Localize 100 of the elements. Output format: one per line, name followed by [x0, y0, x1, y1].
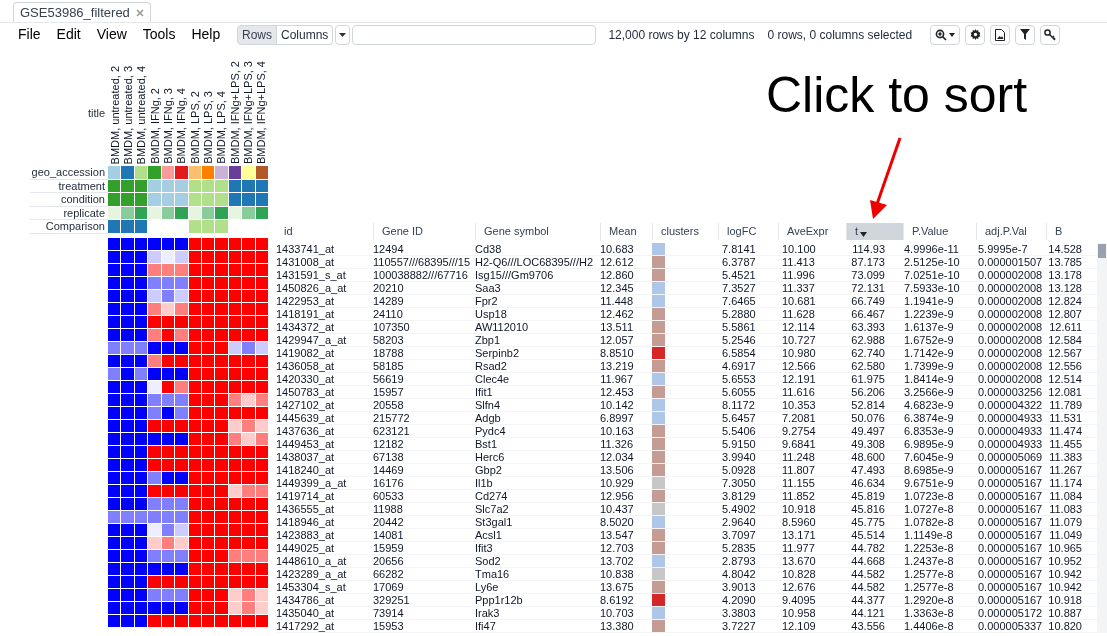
menu-item[interactable]: File: [18, 24, 41, 45]
number-cell-text: 11.326: [600, 438, 634, 450]
table-cell-text: 1419714_at: [276, 490, 336, 502]
menu-item[interactable]: Edit: [56, 24, 81, 45]
number-cell-text: 9.2754: [781, 425, 817, 437]
table-cell-text: 1431008_at: [276, 256, 336, 268]
table-cell-text: 110557///68395///15: [373, 256, 472, 268]
number-cell-text: 3.2566e-9: [903, 386, 955, 398]
number-cell-text: 11.174: [1048, 477, 1083, 489]
zoom-button[interactable]: [930, 24, 961, 45]
caret-icon: [949, 32, 956, 37]
menu-item[interactable]: View: [96, 24, 127, 45]
dropdown-button[interactable]: [335, 24, 351, 45]
number-cell-text: 10.952: [1047, 555, 1083, 567]
key-button[interactable]: [1040, 24, 1061, 45]
number-cell-text: 7.6465: [721, 295, 757, 307]
number-cell-text: 10.820: [1047, 620, 1083, 632]
sample-title: BMDM, IFNg+LPS, 4: [255, 61, 268, 164]
table-cell-text: 67138: [373, 451, 405, 463]
number-cell-text: 3.7097: [721, 529, 757, 541]
close-icon[interactable]: [135, 8, 144, 17]
table-cell-text: Bst1: [475, 438, 498, 450]
number-cell-text: 11.049: [1048, 529, 1083, 541]
table-cell-text: St3gal1: [475, 516, 514, 528]
table-cell-text: 1418240_at: [276, 464, 336, 476]
scrollbar-thumb[interactable]: [1098, 244, 1106, 258]
table-cell-text: 1423883_at: [276, 529, 336, 541]
number-cell-text: 10.942: [1047, 568, 1083, 580]
table-cell-text: Isg15///Gm9706: [475, 269, 555, 281]
number-cell-text: 12.611: [1048, 321, 1083, 333]
number-cell-text: 44.782: [850, 542, 886, 554]
sample-title: BMDM, IFNg, 2: [148, 88, 161, 164]
search-field[interactable]: [352, 24, 597, 45]
number-cell-text: 10.681: [781, 295, 817, 307]
table-cell-text: Ifi47: [475, 620, 497, 632]
table-cell-text: 1434372_at: [276, 321, 336, 333]
number-cell-text: 13.670: [781, 555, 817, 567]
number-cell-text: 10.683: [600, 243, 635, 255]
number-cell-text: 1.2239e-9: [903, 308, 955, 320]
table-cell-text: Serpinb2: [475, 347, 521, 359]
number-cell-text: 7.8141: [721, 243, 757, 255]
table-cell-text: 15959: [373, 542, 405, 554]
number-cell-text: 73.099: [850, 269, 886, 281]
number-cell-text: 8.6985e-9: [903, 464, 955, 476]
table-cell-text: Ppp1r12b: [475, 594, 524, 606]
table-cell-text: 12494: [373, 243, 405, 255]
number-cell-text: 12.345: [600, 282, 635, 294]
table-cell-text: 17069: [373, 581, 405, 593]
settings-button[interactable]: [965, 24, 986, 45]
number-cell-text: 11.337: [781, 282, 816, 294]
number-cell-text: 43.556: [850, 620, 886, 632]
number-cell-text: 10.942: [1047, 581, 1083, 593]
number-cell-text: 0.000003256: [977, 386, 1044, 398]
table-cell-text: 11988: [373, 503, 404, 515]
table-cell-text: 1445639_at: [276, 412, 336, 424]
menu-item[interactable]: Help: [191, 24, 221, 45]
number-cell-text: 12.824: [1047, 295, 1083, 307]
number-cell-text: 12.703: [600, 542, 635, 554]
table-cell-text: 1422953_at: [276, 295, 336, 307]
number-cell-text: 12.034: [600, 451, 635, 463]
table-cell-text: 58185: [373, 360, 405, 372]
column-header[interactable]: t: [846, 223, 903, 240]
menu-item[interactable]: Tools: [142, 24, 176, 45]
number-cell-text: 1.2437e-8: [903, 555, 955, 567]
number-cell-text: 0.000002008: [977, 295, 1044, 307]
mode-toggle[interactable]: Columns: [277, 24, 334, 45]
table-cell-text: 1450826_a_at: [276, 282, 348, 294]
number-cell-text: 0.000005337: [977, 620, 1044, 632]
number-cell-text: 6.5854: [721, 347, 757, 359]
number-cell-text: 4.6917: [721, 360, 757, 372]
number-cell-text: 1.3363e-8: [903, 607, 955, 619]
number-cell-text: 10.958: [781, 607, 817, 619]
number-cell-text: 10.142: [600, 399, 635, 411]
number-cell-text: 8.5020: [600, 516, 635, 528]
table-cell-text: 12182: [373, 438, 405, 450]
number-cell-text: 11.852: [781, 490, 816, 502]
sample-title: BMDM, LPS, 2: [188, 91, 201, 164]
table-cell-text: Ifit1: [475, 386, 494, 398]
number-cell-text: 9.4095: [781, 594, 817, 606]
zoom-in-icon: [935, 28, 948, 41]
number-cell-text: 11.079: [1048, 516, 1083, 528]
table-cell-text: 14081: [373, 529, 405, 541]
number-cell-text: 1.8414e-9: [903, 373, 955, 385]
table-cell-text: Zbp1: [475, 334, 502, 346]
number-cell-text: 0.000004322: [977, 399, 1044, 411]
table-cell-text: H2-Q6///LOC68395///H2: [475, 256, 594, 268]
number-cell-text: 5.2880: [721, 308, 757, 320]
save-image-button[interactable]: [990, 24, 1011, 45]
image-file-icon: [995, 28, 1006, 41]
number-cell-text: 10.727: [781, 334, 817, 346]
table-cell-text: 1449453_at: [276, 438, 336, 450]
number-cell-text: 0.000005167: [977, 594, 1044, 606]
filter-button[interactable]: [1015, 24, 1036, 45]
number-cell-text: 10.100: [781, 243, 817, 255]
scrollbar[interactable]: [1097, 243, 1107, 633]
number-cell-text: 44.668: [850, 555, 886, 567]
document-tab[interactable]: GSE53986_filtered: [13, 2, 151, 22]
number-cell-text: 12.109: [781, 620, 817, 632]
table-cell-text: 24110: [373, 308, 404, 320]
mode-toggle[interactable]: Rows: [237, 24, 277, 45]
